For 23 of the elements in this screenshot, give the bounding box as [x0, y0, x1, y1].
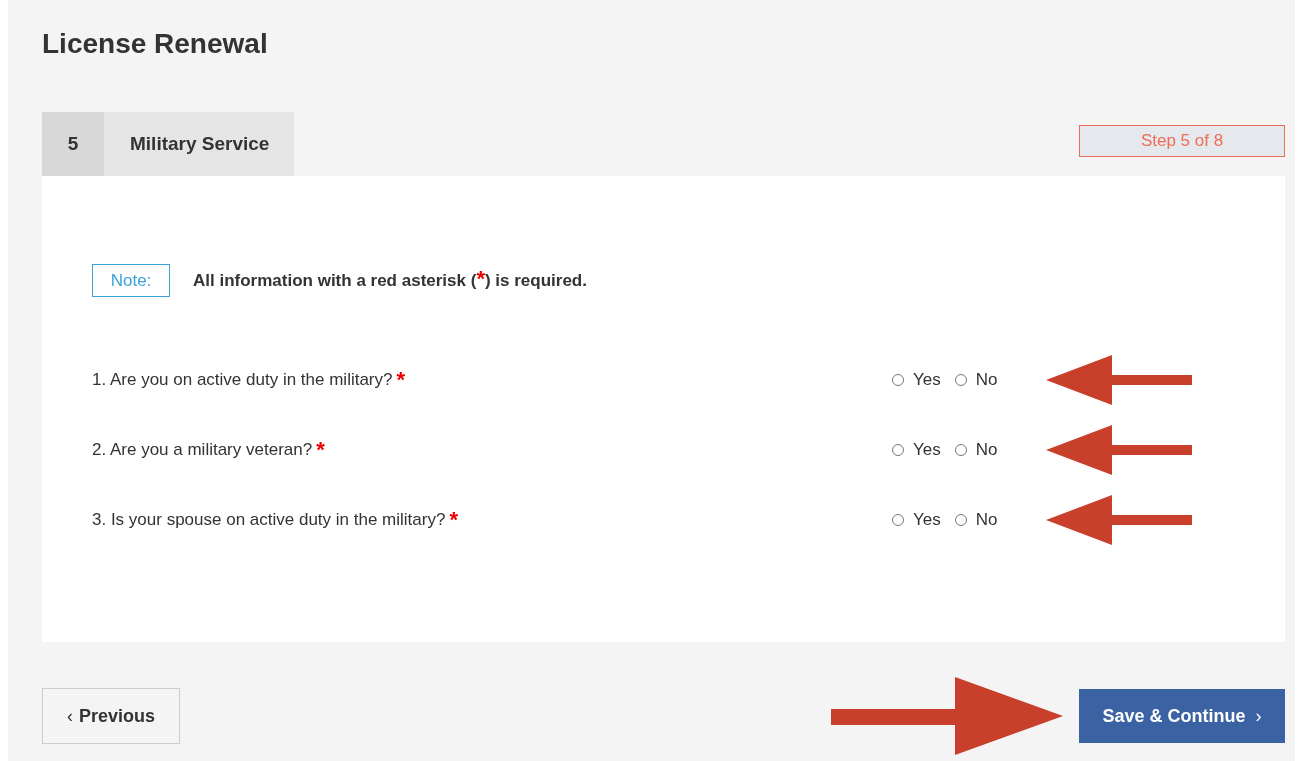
- option-label[interactable]: No: [975, 510, 998, 530]
- required-asterisk: *: [449, 507, 458, 533]
- required-note: All information with a red asterisk (*) is required.: [193, 266, 587, 292]
- question-text: 1. Are you on active duty in the military?: [92, 370, 393, 390]
- previous-button[interactable]: ‹ Previous: [42, 688, 180, 744]
- option-label[interactable]: Yes: [913, 440, 941, 460]
- arrow-icon: [1046, 355, 1192, 405]
- page-title: License Renewal: [42, 27, 269, 61]
- save-continue-button[interactable]: Save & Continue ›: [1079, 689, 1285, 743]
- option-label[interactable]: No: [975, 440, 998, 460]
- arrow-icon: [1046, 495, 1192, 545]
- required-asterisk: *: [396, 367, 406, 393]
- question-text: 2. Are you a military veteran?: [92, 440, 313, 460]
- arrow-icon: [831, 677, 1063, 755]
- section-number: 5: [42, 112, 104, 176]
- note-label: Note:: [92, 264, 170, 297]
- required-asterisk: *: [316, 437, 325, 463]
- arrow-icon: [1046, 425, 1192, 475]
- step-indicator: Step 5 of 8: [1079, 125, 1285, 157]
- question-text: 3. Is your spouse on active duty in the military?: [92, 510, 446, 530]
- option-label[interactable]: Yes: [913, 510, 941, 530]
- option-label[interactable]: Yes: [913, 370, 941, 390]
- option-label[interactable]: No: [975, 370, 998, 390]
